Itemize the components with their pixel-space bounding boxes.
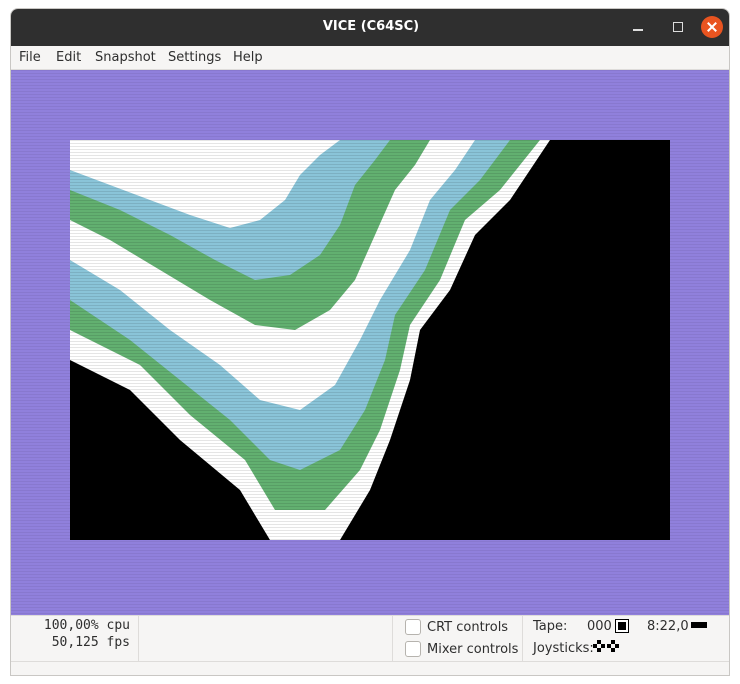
mixer-controls-label: Mixer controls bbox=[427, 641, 519, 657]
crt-controls-checkbox[interactable] bbox=[405, 619, 421, 635]
tape-label: Tape: bbox=[533, 619, 568, 634]
joystick-1-icon[interactable] bbox=[593, 640, 605, 652]
device-panel: Tape: 000 8:22,0 Joysticks: bbox=[523, 616, 729, 662]
menu-file[interactable]: File bbox=[19, 50, 41, 65]
emulator-display[interactable] bbox=[11, 70, 729, 615]
joysticks-label: Joysticks: bbox=[533, 641, 594, 656]
footer-bar bbox=[11, 661, 729, 675]
menu-settings[interactable]: Settings bbox=[168, 50, 221, 65]
controls-panel: CRT controls Mixer controls bbox=[393, 616, 523, 662]
crt-controls-toggle[interactable]: CRT controls bbox=[405, 618, 508, 636]
joystick-2-icon[interactable] bbox=[607, 640, 619, 652]
drive-led-icon bbox=[691, 622, 707, 628]
tape-stop-icon[interactable] bbox=[615, 619, 629, 633]
vice-window: VICE (C64SC) File Edit Snapshot Settings… bbox=[10, 8, 730, 676]
close-button[interactable] bbox=[701, 16, 723, 38]
menu-bar: File Edit Snapshot Settings Help bbox=[11, 46, 729, 70]
performance-panel: 100,00% cpu 50,125 fps bbox=[11, 616, 139, 662]
mixer-controls-checkbox[interactable] bbox=[405, 641, 421, 657]
menu-help[interactable]: Help bbox=[233, 50, 263, 65]
mixer-controls-toggle[interactable]: Mixer controls bbox=[405, 640, 518, 658]
status-bar: 100,00% cpu 50,125 fps CRT controls Mixe… bbox=[11, 615, 729, 662]
fractal-graphic bbox=[70, 140, 670, 540]
window-title: VICE (C64SC) bbox=[322, 19, 420, 34]
drive-status: 8:22,0 bbox=[647, 619, 689, 634]
c64-screen bbox=[70, 140, 670, 540]
title-bar[interactable]: VICE (C64SC) bbox=[11, 9, 729, 46]
menu-edit[interactable]: Edit bbox=[56, 50, 81, 65]
crt-controls-label: CRT controls bbox=[427, 619, 509, 635]
status-spacer bbox=[139, 616, 393, 662]
tape-counter: 000 bbox=[587, 619, 612, 634]
maximize-button[interactable] bbox=[667, 16, 689, 38]
fps-readout: 50,125 fps bbox=[51, 635, 130, 650]
menu-snapshot[interactable]: Snapshot bbox=[95, 50, 156, 65]
minimize-button[interactable] bbox=[627, 16, 649, 38]
cpu-usage: 100,00% cpu bbox=[43, 618, 130, 633]
